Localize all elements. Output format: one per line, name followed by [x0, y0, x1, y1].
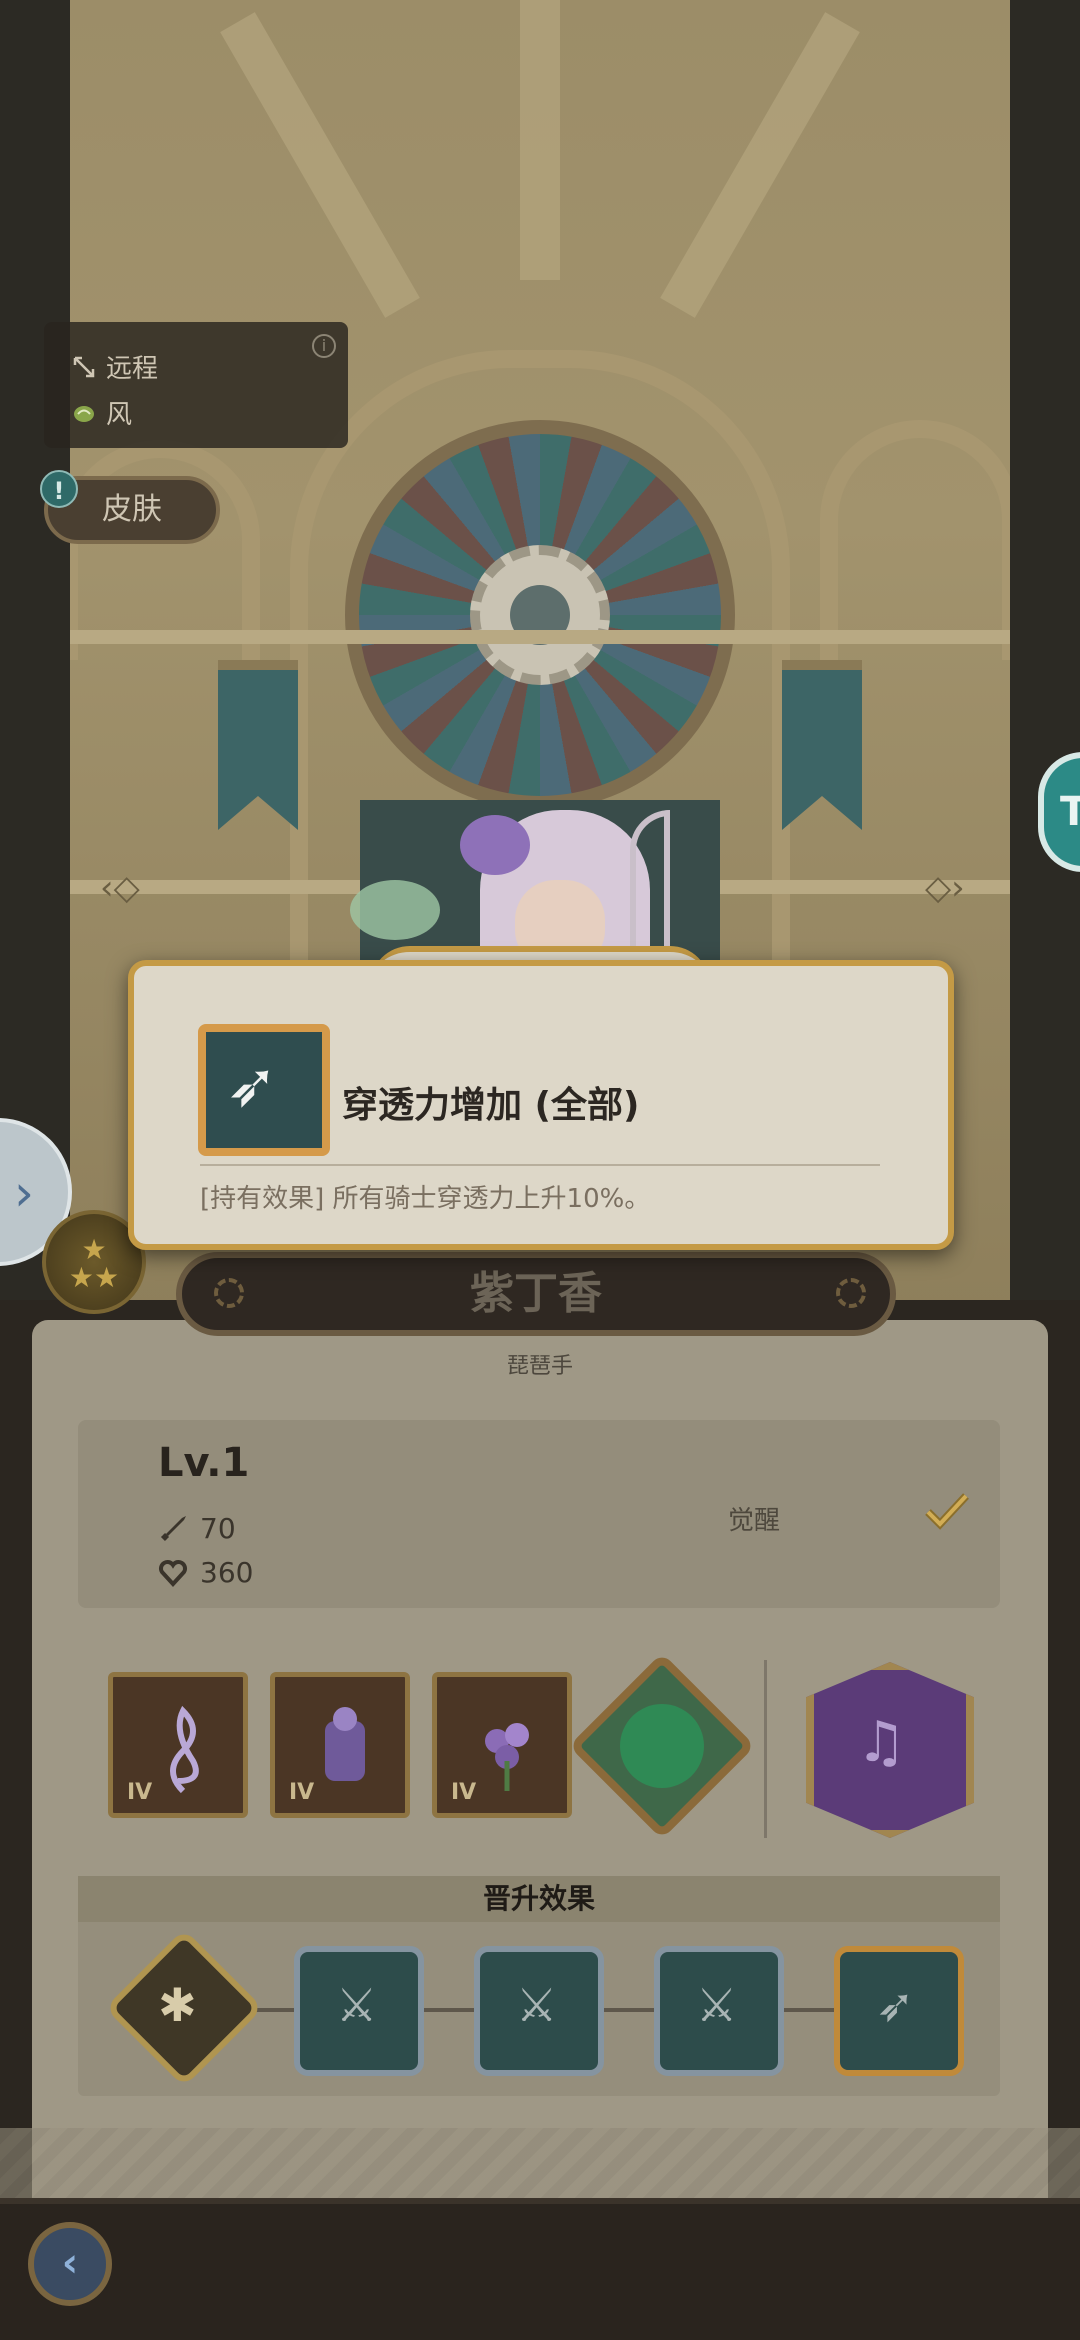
info-icon[interactable]: i: [312, 334, 336, 358]
advance-title: 晋升效果: [78, 1876, 1000, 1922]
attack-type-row: 远程: [72, 348, 158, 385]
chevron-right-icon: ›: [14, 1164, 34, 1222]
back-button[interactable]: ‹: [28, 2222, 112, 2306]
ranged-icon: [73, 356, 95, 377]
flower-bouquet-icon: [485, 1723, 529, 1791]
hero-class: 琵琶手: [506, 1354, 573, 1379]
sword-icon: [160, 1515, 186, 1541]
footer-bar: [0, 2198, 1080, 2340]
arch-right: [820, 420, 1020, 660]
equipment-slot-3[interactable]: IV: [432, 1672, 572, 1818]
hero-name-plate: 紫丁香: [176, 1252, 896, 1336]
gear-icon: [836, 1278, 866, 1308]
penetration-icon: ➶: [876, 1978, 915, 2032]
hero-detail-screen: ‹◇ ◇› 远程 风 i 皮肤 ! › T ★ ★★ 紫丁香 琵琶手 Lv.1 …: [0, 0, 1080, 2340]
hero-level: Lv.1: [158, 1440, 250, 1486]
attack-value: 70: [200, 1512, 236, 1545]
attack-stat: 70: [158, 1512, 236, 1545]
hero-name: 紫丁香: [470, 1268, 602, 1319]
arch-left: [60, 440, 260, 660]
scene-arrow-left-icon: ‹◇: [100, 868, 140, 908]
popup-title: 穿透力增加 (全部): [342, 1085, 640, 1126]
wing: [350, 880, 440, 940]
music-note-icon: ♫: [856, 1710, 907, 1775]
pillar-right: [1010, 0, 1080, 1310]
awaken-label: 觉醒: [728, 1506, 781, 1536]
attack-type-label: 远程: [106, 354, 159, 384]
popup-description: [持有效果] 所有骑士穿透力上升10%。: [200, 1184, 651, 1214]
wind-element-icon: [74, 405, 94, 422]
ledge: [70, 630, 1010, 644]
popup-divider: [200, 1164, 880, 1166]
hp-stat: 360: [158, 1556, 253, 1589]
sword-icon: ⚔: [336, 1978, 378, 2032]
checkmark-icon[interactable]: [924, 1490, 970, 1532]
sword-double-up-icon: ⚔: [696, 1978, 738, 2032]
wind-emblem-icon: [620, 1704, 704, 1788]
element-row: 风: [72, 394, 132, 431]
treble-clef-icon: [170, 1705, 199, 1794]
tier-label: IV: [289, 1780, 315, 1805]
equipment-slot-1[interactable]: IV: [108, 1672, 248, 1818]
tier-label: IV: [451, 1780, 477, 1805]
tier-label: IV: [127, 1780, 153, 1805]
scene-arrow-right-icon: ◇›: [925, 868, 965, 908]
sword-up-icon: ⚔: [516, 1978, 558, 2032]
hp-value: 360: [200, 1556, 254, 1589]
skin-button-label: 皮肤: [102, 492, 162, 527]
heart-icon: [159, 1559, 187, 1587]
gear-icon: [214, 1278, 244, 1308]
hatched-divider: [0, 2128, 1080, 2198]
element-label: 风: [106, 400, 133, 430]
bug-icon: ✱: [158, 1978, 197, 2032]
roof-beam: [520, 0, 560, 280]
hero-type-card[interactable]: 远程 风 i: [44, 322, 348, 448]
costume-icon: [325, 1707, 365, 1781]
alert-icon: !: [40, 470, 78, 508]
pillar-left: [0, 0, 70, 1310]
divider: [764, 1660, 767, 1838]
flower: [460, 815, 530, 875]
penetration-icon: ➶: [226, 1048, 278, 1121]
equipment-slot-2[interactable]: IV: [270, 1672, 410, 1818]
